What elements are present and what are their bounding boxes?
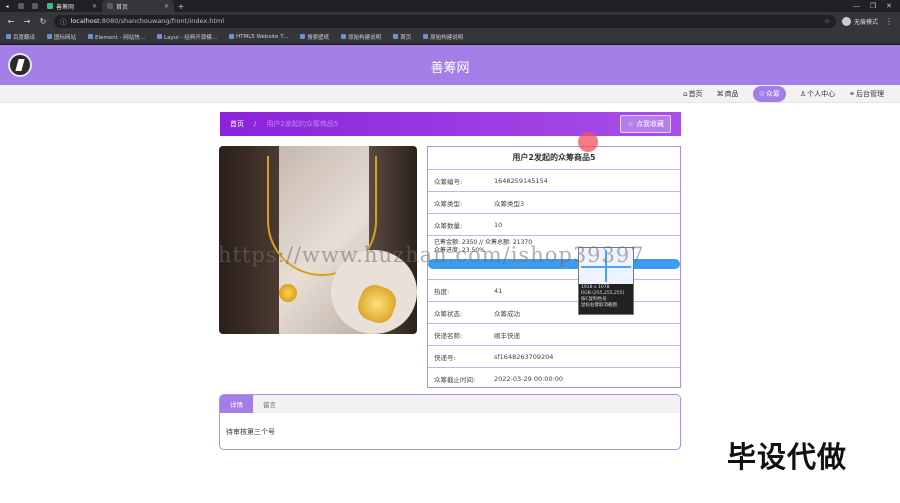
incognito-icon	[841, 16, 851, 26]
forward-icon[interactable]: →	[22, 17, 32, 26]
tab-strip: ◂ 善筹网 ✕ 首页 ✕ + — ❐ ✕	[0, 0, 900, 12]
page-icon	[107, 3, 113, 9]
back-icon[interactable]: ←	[6, 17, 16, 26]
page-icon	[32, 3, 38, 9]
cursor-highlight	[578, 132, 598, 152]
bookmark-icon	[423, 34, 429, 39]
watermark: https://www.huzhan.com/ishop39397	[218, 243, 645, 267]
window-controls: — ❐ ✕	[853, 2, 900, 10]
bookmark-item[interactable]: HTML5 Website T...	[228, 34, 288, 40]
tab-comments[interactable]: 留言	[253, 395, 286, 413]
bookmark-item[interactable]: Layui - 经典开源模...	[157, 33, 217, 41]
collect-button[interactable]: ☆ 点我收藏	[620, 115, 671, 133]
browser-window: ◂ 善筹网 ✕ 首页 ✕ + — ❐ ✕ ← → ↻ ⓘ localhost:8…	[0, 0, 900, 503]
bookmark-item[interactable]: 百度翻译	[6, 33, 35, 41]
tab-label: 首页	[116, 3, 129, 11]
bookmarks-bar: 百度翻译 图标网站 Element - 网站快... Layui - 经典开源模…	[0, 30, 900, 44]
breadcrumb-separator: /	[254, 120, 257, 128]
site-title: 善筹网	[430, 61, 470, 76]
magnifier-caption: 1918 x 1078 RGB:(255,255,255) 按C复制色号 鼠标右…	[579, 284, 633, 314]
bookmark-item[interactable]: 原始构建说明	[423, 33, 463, 41]
bookmark-item[interactable]: 首页	[393, 33, 411, 41]
info-row: 众筹数量: 10	[428, 214, 680, 236]
bookmark-icon	[393, 34, 399, 39]
crowdfund-icon: ♲	[758, 89, 765, 98]
tab-content: 待审核第三个号	[226, 428, 275, 436]
main-nav: ⌂ 首页 ⌘ 商品 ♲ 众筹 ♙ 个人中心 ⚭ 后台管理	[0, 85, 900, 103]
tab-header: 详情 留言	[220, 395, 680, 413]
tab-label: 善筹网	[56, 3, 75, 11]
info-row: 众筹截止时间: 2022-03-29 00:00:00	[434, 375, 564, 384]
info-icon[interactable]: ⓘ	[60, 16, 67, 26]
site-header: 善筹网	[0, 45, 900, 85]
new-tab-button[interactable]: +	[174, 2, 188, 11]
bookmark-icon	[228, 34, 234, 39]
bookmark-item[interactable]: 原始构建说明	[341, 33, 381, 41]
product-info-table: 用户2发起的众筹商品5 众筹编号: 1648259145154 众筹类型: 众筹类型…	[427, 146, 681, 388]
bookmark-icon	[157, 34, 163, 39]
info-row: 热度: 41	[428, 280, 680, 302]
tab-detail[interactable]: 详情	[220, 395, 253, 413]
vue-icon	[47, 3, 53, 9]
close-icon[interactable]: ✕	[164, 3, 169, 10]
home-icon: ⌂	[683, 89, 688, 98]
reload-icon[interactable]: ↻	[38, 17, 48, 26]
tab-home[interactable]: 首页 ✕	[102, 0, 174, 12]
bookmark-icon	[47, 34, 53, 39]
bookmark-icon	[341, 34, 347, 39]
minimize-icon[interactable]: —	[853, 2, 860, 10]
star-icon[interactable]: ☆	[824, 17, 830, 25]
info-row: 快递号: sf1648263709204	[428, 346, 680, 368]
detail-tabs: 详情 留言 待审核第三个号	[219, 394, 681, 450]
menu-icon[interactable]: ⋮	[884, 17, 894, 26]
info-row: 众筹类型: 众筹类型3	[428, 192, 680, 214]
breadcrumb-home[interactable]: 首页	[230, 119, 244, 129]
breadcrumb-current: 用户2发起的众筹商品5	[266, 120, 339, 128]
link-icon: ⚭	[849, 89, 855, 98]
info-row: 快递名称: 顺丰快递	[428, 324, 680, 346]
bookmark-icon	[88, 34, 94, 39]
product-image	[219, 146, 417, 334]
tab-menu-icon[interactable]: ◂	[0, 0, 14, 12]
tab-shanchou[interactable]: 善筹网 ✕	[42, 0, 102, 12]
nav-goods[interactable]: ⌘ 商品	[717, 89, 739, 99]
url-input[interactable]: ⓘ localhost:8080/shanchouwang/front/inde…	[54, 14, 836, 28]
pendant	[279, 284, 297, 302]
info-row: 众筹编号: 1648259145154	[428, 170, 680, 192]
bookmark-item[interactable]: Element - 网站快...	[88, 33, 145, 41]
info-row: 众筹状态: 众筹成功	[428, 302, 680, 324]
bookmark-icon	[300, 34, 306, 39]
address-bar: ← → ↻ ⓘ localhost:8080/shanchouwang/fron…	[0, 12, 900, 30]
url-path: :8080/shanchouwang/front/index.html	[99, 17, 225, 25]
goods-icon: ⌘	[716, 89, 724, 98]
nav-home[interactable]: ⌂ 首页	[683, 89, 702, 99]
corner-caption: 毕设代做	[727, 440, 848, 474]
breadcrumb: 首页 / 用户2发起的众筹商品5 ☆ 点我收藏	[220, 112, 681, 136]
product-title: 用户2发起的众筹商品5	[428, 147, 680, 170]
profile-label: 无痕模式	[853, 18, 878, 26]
nav-user-center[interactable]: ♙ 个人中心	[800, 89, 835, 99]
tab-pinned-2[interactable]	[28, 0, 42, 12]
globe-icon	[18, 3, 24, 9]
maximize-icon[interactable]: ❐	[870, 2, 876, 10]
nav-admin[interactable]: ⚭ 后台管理	[849, 89, 884, 99]
bookmark-item[interactable]: 图标网站	[47, 33, 76, 41]
profile-button[interactable]: 无痕模式	[841, 16, 878, 26]
close-window-icon[interactable]: ✕	[886, 2, 892, 10]
url-host: localhost	[70, 17, 100, 25]
nav-crowdfund[interactable]: ♲ 众筹	[752, 85, 786, 102]
bookmark-icon	[6, 34, 11, 39]
bookmark-item[interactable]: 搜索壁纸	[300, 33, 329, 41]
user-icon: ♙	[799, 89, 807, 98]
close-icon[interactable]: ✕	[92, 3, 97, 10]
tab-pinned-1[interactable]	[14, 0, 28, 12]
